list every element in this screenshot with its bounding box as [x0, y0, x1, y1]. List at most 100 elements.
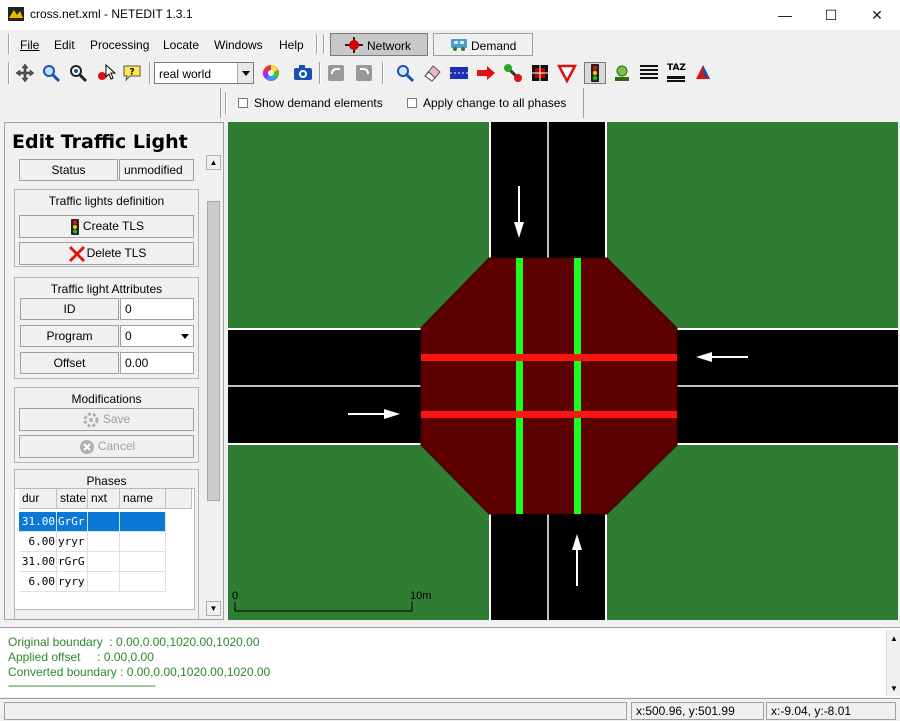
additional-mode-button[interactable] — [611, 62, 633, 84]
tooltip-icon: ? — [123, 65, 141, 82]
inspect-mode-button[interactable] — [394, 62, 416, 84]
scale-ruler — [234, 602, 413, 612]
cancel-icon — [80, 440, 94, 454]
delete-tls-button[interactable]: Delete TLS — [19, 242, 194, 265]
phase-0-state[interactable]: GrGr — [57, 512, 88, 532]
phase-2-nxt[interactable] — [88, 552, 120, 572]
phase-3-name[interactable] — [120, 572, 166, 592]
save-button[interactable]: Save — [19, 408, 194, 431]
scroll-down-arrow[interactable]: ▼ — [890, 684, 898, 693]
locate-button[interactable] — [40, 62, 62, 84]
message-separator: ----------------------------------------… — [8, 678, 156, 692]
redo-button[interactable] — [353, 62, 375, 84]
screenshot-button[interactable] — [292, 62, 314, 84]
modifications-title: Modifications — [71, 392, 142, 406]
demand-mode-label: Demand — [471, 39, 517, 53]
phase-col-state[interactable]: state — [57, 489, 88, 509]
phase-col-name[interactable]: name — [120, 489, 166, 509]
phase-2-dur[interactable]: 31.00 — [19, 552, 57, 572]
network-map-view[interactable] — [228, 122, 898, 620]
menu-help[interactable]: Help — [279, 38, 304, 52]
move-icon — [477, 66, 495, 80]
create-edge-icon — [504, 64, 522, 82]
west-road[interactable] — [228, 328, 421, 445]
red-link-north[interactable] — [421, 354, 677, 361]
show-demand-label: Show demand elements — [254, 96, 383, 110]
select-mode-button[interactable] — [448, 62, 470, 84]
show-demand-checkbox[interactable] — [238, 98, 248, 108]
delete-mode-button[interactable] — [421, 62, 443, 84]
phase-1-name[interactable] — [120, 532, 166, 552]
status-value: unmodified — [119, 159, 194, 181]
crossing-mode-button[interactable] — [638, 62, 660, 84]
undo-button[interactable] — [325, 62, 347, 84]
phase-0-name[interactable] — [120, 512, 166, 532]
demand-mode-icon — [451, 39, 467, 51]
menu-grip — [8, 34, 10, 54]
cancel-button[interactable]: Cancel — [19, 435, 194, 458]
phase-1-state[interactable]: yryr — [57, 532, 88, 552]
junction-shape[interactable] — [420, 257, 678, 515]
program-select[interactable]: 0 — [120, 325, 194, 347]
phase-col-dur[interactable]: dur — [19, 489, 57, 509]
north-road[interactable] — [489, 122, 607, 258]
phase-2-state[interactable]: rGrG — [57, 552, 88, 572]
menu-locate[interactable]: Locate — [163, 38, 199, 52]
scroll-up-arrow[interactable]: ▲ — [890, 634, 898, 643]
pointer-select-button[interactable] — [94, 62, 117, 84]
menu-edit[interactable]: Edit — [54, 38, 75, 52]
recenter-button[interactable] — [14, 62, 36, 84]
network-mode-label: Network — [367, 39, 412, 53]
menu-windows[interactable]: Windows — [214, 38, 263, 52]
east-road[interactable] — [677, 328, 898, 445]
tooltip-button[interactable]: ? — [121, 62, 143, 84]
phase-1-dur[interactable]: 6.00 — [19, 532, 57, 552]
message-window: Original boundary : 0.00,0.00,1020.00,10… — [0, 627, 900, 697]
prohibition-mode-button[interactable] — [556, 62, 578, 84]
network-canvas[interactable] — [228, 122, 898, 620]
demand-mode-button[interactable]: Demand — [433, 33, 533, 56]
traffic-light-mode-button[interactable] — [584, 62, 606, 84]
polygon-mode-button[interactable] — [692, 62, 714, 84]
view-scheme-select[interactable]: real world — [154, 62, 254, 84]
move-mode-button[interactable] — [475, 62, 497, 84]
scroll-down-arrow[interactable]: ▼ — [206, 601, 221, 616]
menu-edit-label: Edit — [54, 38, 75, 52]
green-link-west[interactable] — [516, 258, 523, 514]
message-scrollbar[interactable]: ▲ ▼ — [886, 630, 900, 696]
close-button[interactable]: ✕ — [854, 0, 900, 30]
toolbar-grip — [8, 62, 10, 84]
offset-field[interactable]: 0.00 — [120, 352, 194, 374]
phase-0-nxt[interactable] — [88, 512, 120, 532]
menu-file[interactable]: File — [20, 38, 39, 52]
phase-3-dur[interactable]: 6.00 — [19, 572, 57, 592]
id-field[interactable]: 0 — [120, 298, 194, 320]
red-link-south[interactable] — [421, 411, 677, 418]
panel-scrollbar[interactable]: ▲ ▼ — [205, 153, 222, 619]
pointer-select-icon — [98, 63, 117, 80]
phase-1-nxt[interactable] — [88, 532, 120, 552]
phase-col-nxt[interactable]: nxt — [88, 489, 120, 509]
maximize-button[interactable]: ☐ — [808, 0, 854, 30]
phase-0-dur[interactable]: 31.00 — [19, 512, 57, 532]
minimize-button[interactable]: — — [762, 0, 808, 30]
program-value: 0 — [125, 329, 132, 343]
phase-2-name[interactable] — [120, 552, 166, 572]
south-road[interactable] — [489, 514, 607, 620]
scroll-up-arrow[interactable]: ▲ — [206, 155, 221, 170]
network-mode-button[interactable]: Network — [330, 33, 428, 56]
toolbar-separator-1 — [149, 62, 151, 84]
create-tls-button[interactable]: Create TLS — [19, 215, 194, 238]
apply-all-phases-checkbox[interactable] — [407, 98, 417, 108]
create-edge-button[interactable] — [502, 62, 524, 84]
taz-mode-button[interactable]: TAZ — [665, 62, 687, 84]
phase-3-nxt[interactable] — [88, 572, 120, 592]
color-wheel-button[interactable] — [260, 62, 282, 84]
connection-mode-button[interactable] — [529, 62, 551, 84]
green-link-east[interactable] — [574, 258, 581, 514]
maximize-icon: ☐ — [824, 7, 838, 23]
locate-junction-button[interactable] — [67, 62, 89, 84]
phase-3-state[interactable]: ryry — [57, 572, 88, 592]
scroll-thumb[interactable] — [207, 201, 220, 501]
menu-processing[interactable]: Processing — [90, 38, 149, 52]
